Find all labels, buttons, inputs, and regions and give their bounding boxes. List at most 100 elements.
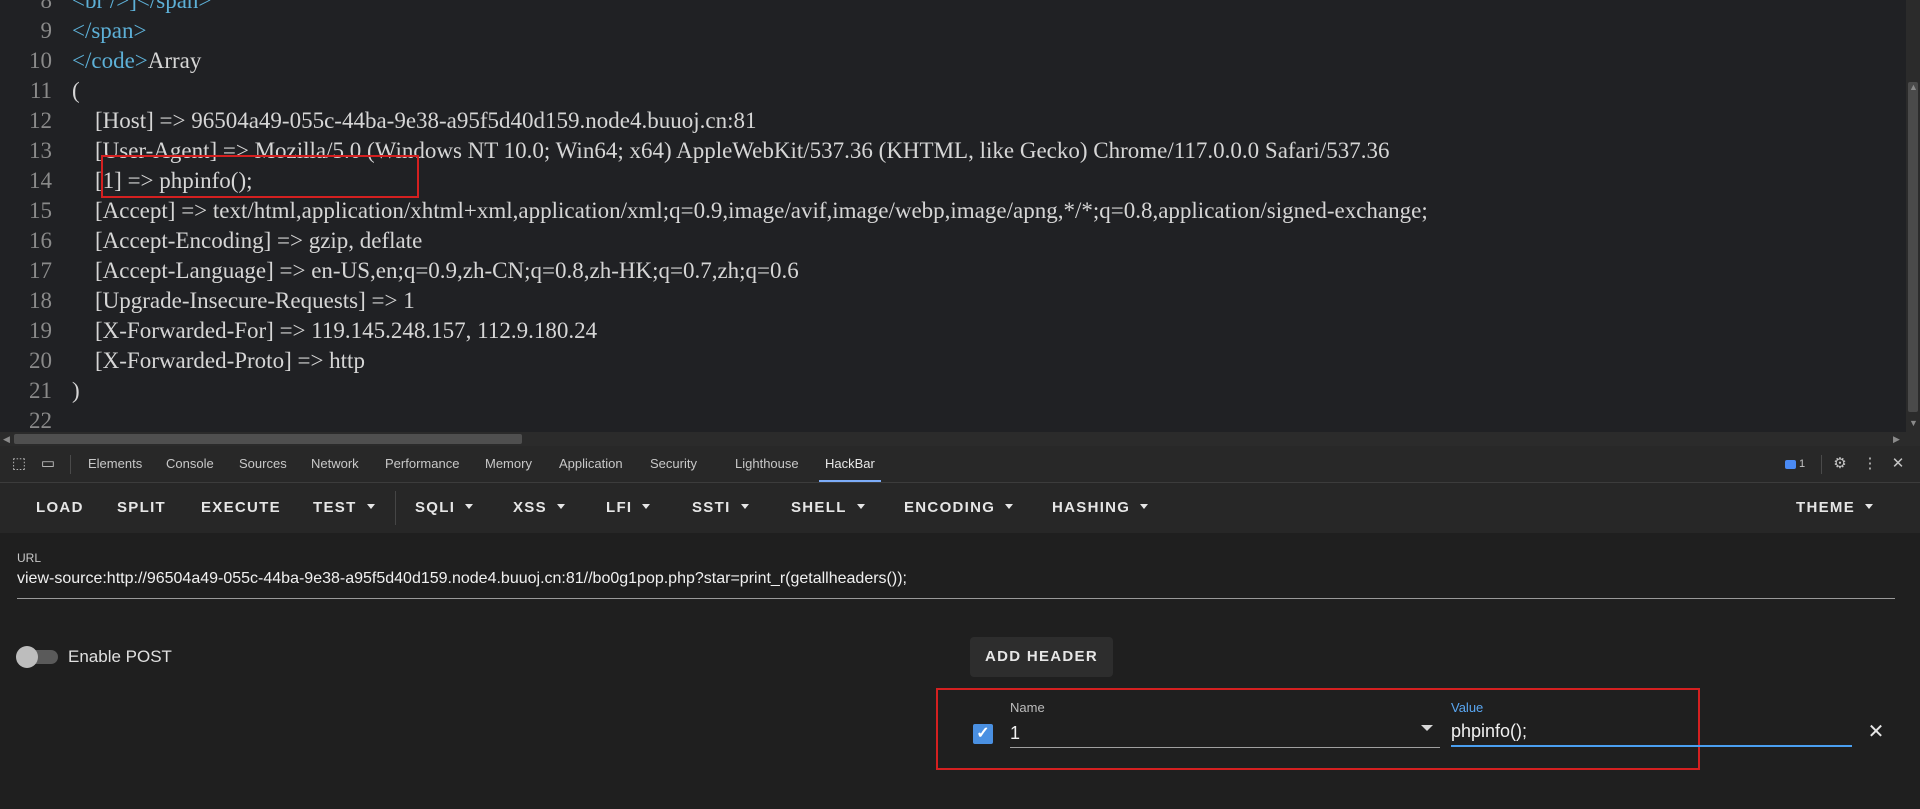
line-number: 19 (29, 318, 52, 343)
tab-network[interactable]: Network (311, 446, 359, 482)
add-header-button[interactable]: ADD HEADER (970, 637, 1113, 677)
code-text: ) (72, 378, 80, 403)
vertical-scrollbar-thumb[interactable] (1908, 82, 1918, 412)
line-code: [Host] => 96504a49-055c-44ba-9e38-a95f5d… (72, 106, 757, 136)
tab-hackbar[interactable]: HackBar (819, 446, 881, 482)
chevron-down-icon[interactable] (1421, 725, 1433, 731)
test-label: TEST (313, 499, 357, 516)
theme-label: THEME (1796, 499, 1855, 516)
line-code: [X-Forwarded-For] => 119.145.248.157, 11… (72, 316, 597, 346)
source-line: 10 </code>Array (0, 46, 1900, 76)
hashing-dropdown[interactable]: HASHING (1052, 483, 1149, 533)
ssti-label: SSTI (692, 499, 731, 516)
horizontal-scrollbar[interactable]: ◀ ▶ (0, 432, 1920, 446)
inspect-element-icon[interactable]: ⬚ (9, 454, 29, 474)
lfi-label: LFI (606, 499, 633, 516)
enable-post-toggle-thumb[interactable] (16, 646, 38, 668)
chevron-down-icon (366, 503, 375, 509)
line-number: 22 (29, 408, 52, 432)
source-line: 20 [X-Forwarded-Proto] => http (0, 346, 1900, 376)
split-button[interactable]: SPLIT (117, 483, 166, 533)
tab-security[interactable]: Security (650, 446, 697, 482)
source-line: 11 ( (0, 76, 1900, 106)
line-code: [Upgrade-Insecure-Requests] => 1 (72, 286, 415, 316)
source-line: 18 [Upgrade-Insecure-Requests] => 1 (0, 286, 1900, 316)
source-line: 8 <br />]</span> (0, 0, 1900, 16)
header-enabled-checkbox[interactable]: ✓ (973, 724, 993, 744)
vertical-scrollbar[interactable]: ▲ ▼ (1906, 0, 1920, 432)
tab-performance[interactable]: Performance (385, 446, 459, 482)
chevron-down-icon (740, 503, 749, 509)
tab-sources[interactable]: Sources (239, 446, 287, 482)
gear-icon[interactable]: ⚙ (1830, 454, 1850, 474)
line-code: ( (72, 76, 80, 106)
line-number: 17 (29, 258, 52, 283)
scroll-down-arrow-icon[interactable]: ▼ (1909, 416, 1918, 430)
scroll-right-arrow-icon[interactable]: ▶ (1893, 432, 1900, 446)
load-button[interactable]: LOAD (36, 483, 84, 533)
tab-elements[interactable]: Elements (88, 446, 142, 482)
ssti-dropdown[interactable]: SSTI (692, 483, 749, 533)
code-text: [Accept-Language] => en-US,en;q=0.9,zh-C… (72, 258, 799, 283)
source-line: 17 [Accept-Language] => en-US,en;q=0.9,z… (0, 256, 1900, 286)
url-input[interactable]: view-source:http://96504a49-055c-44ba-9e… (17, 570, 907, 588)
shell-dropdown[interactable]: SHELL (791, 483, 865, 533)
html-tag: </span> (72, 18, 147, 43)
source-line: 9 </span> (0, 16, 1900, 46)
encoding-dropdown[interactable]: ENCODING (904, 483, 1014, 533)
line-number: 11 (29, 78, 52, 103)
tab-console[interactable]: Console (166, 446, 214, 482)
code-text: ( (72, 78, 80, 103)
load-label: LOAD (36, 499, 84, 516)
tab-application[interactable]: Application (559, 446, 623, 482)
close-icon[interactable]: ✕ (1888, 454, 1908, 474)
highlight-box (101, 155, 419, 198)
test-dropdown[interactable]: TEST (313, 483, 375, 533)
line-number: 20 (29, 348, 52, 373)
source-line: 22 (0, 406, 1900, 432)
source-line: 12 [Host] => 96504a49-055c-44ba-9e38-a95… (0, 106, 1900, 136)
chevron-down-icon (1865, 503, 1873, 509)
line-code: [Accept] => text/html,application/xhtml+… (72, 196, 1428, 226)
xss-dropdown[interactable]: XSS (513, 483, 565, 533)
theme-dropdown[interactable]: THEME (1796, 483, 1873, 533)
remove-header-close-icon[interactable]: ✕ (1866, 720, 1886, 744)
split-label: SPLIT (117, 499, 167, 516)
code-text: [Accept] => text/html,application/xhtml+… (72, 198, 1428, 223)
issues-badge[interactable]: 1 (1785, 456, 1805, 472)
chevron-down-icon (556, 503, 565, 509)
scroll-up-arrow-icon[interactable]: ▲ (1909, 80, 1918, 94)
line-code: ) (72, 376, 80, 406)
more-options-icon[interactable]: ⋮ (1860, 454, 1880, 474)
line-code: [Accept-Language] => en-US,en;q=0.9,zh-C… (72, 256, 799, 286)
tab-lighthouse[interactable]: Lighthouse (735, 446, 799, 482)
device-toolbar-icon[interactable]: ▭ (38, 454, 58, 474)
line-number: 18 (29, 288, 52, 313)
code-text: [Accept-Encoding] => gzip, deflate (72, 228, 423, 253)
execute-label: EXECUTE (201, 499, 281, 516)
lfi-dropdown[interactable]: LFI (606, 483, 651, 533)
header-value-input[interactable]: phpinfo(); (1451, 721, 1527, 742)
header-name-underline (1010, 747, 1440, 748)
source-view: 8 <br />]</span> 9 </span> 10 </code>Array 11 (… (0, 0, 1920, 432)
code-text: [X-Forwarded-Proto] => http (72, 348, 365, 373)
execute-button[interactable]: EXECUTE (201, 483, 281, 533)
tab-memory[interactable]: Memory (485, 446, 532, 482)
line-number: 14 (29, 168, 52, 193)
header-name-input[interactable]: 1 (1010, 723, 1020, 744)
toolbar-divider (395, 491, 396, 525)
horizontal-scrollbar-thumb[interactable] (14, 434, 522, 444)
line-number: 9 (40, 18, 53, 43)
issues-count: 1 (1799, 458, 1806, 470)
devtools-tab-bar: ⬚ ▭ Elements Console Sources Network Per… (0, 446, 1920, 483)
hashing-label: HASHING (1052, 499, 1131, 516)
chevron-down-icon (856, 503, 865, 509)
header-value-underline (1451, 745, 1852, 747)
chevron-down-icon (1005, 503, 1014, 509)
encoding-label: ENCODING (904, 499, 996, 516)
url-underline (17, 598, 1895, 599)
scroll-left-arrow-icon[interactable]: ◀ (3, 432, 10, 446)
sqli-dropdown[interactable]: SQLI (415, 483, 474, 533)
xss-label: XSS (513, 499, 547, 516)
hackbar-toolbar: LOAD SPLIT EXECUTE TEST SQLI XSS LFI SST… (0, 483, 1920, 533)
